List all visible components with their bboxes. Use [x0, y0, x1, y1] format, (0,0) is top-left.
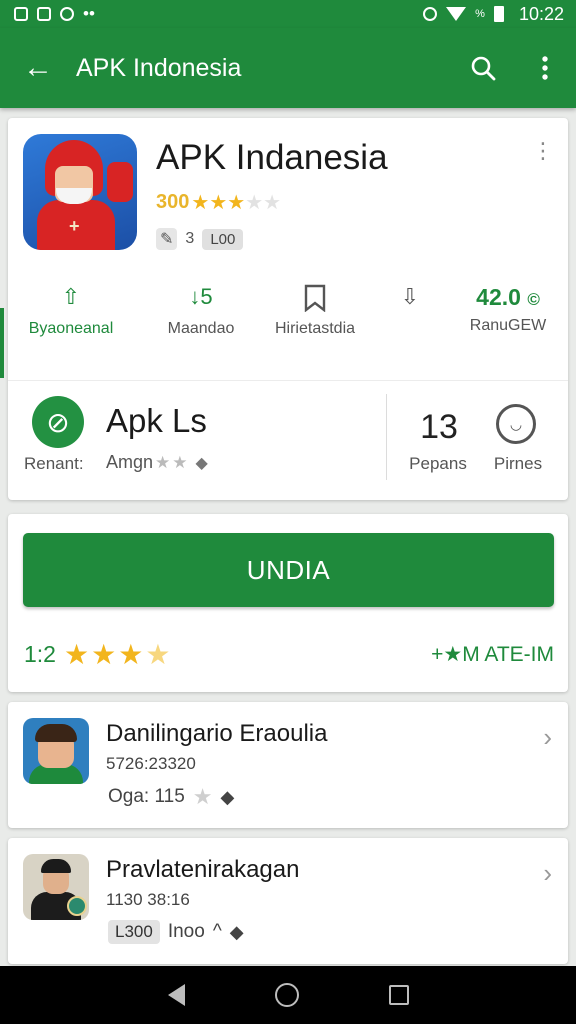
battery-icon — [493, 6, 504, 22]
stat-label: Hirietastdia — [274, 320, 356, 337]
avatar — [23, 854, 89, 920]
alarm-icon — [423, 7, 438, 21]
star-empty-icon: ★ — [263, 192, 282, 214]
tag-icon: ◆ — [195, 454, 208, 472]
status-notifications: •• — [14, 4, 95, 24]
developer-logo-icon[interactable]: ⊘ — [32, 396, 84, 448]
chat-icon[interactable]: ◡ — [496, 404, 536, 444]
arrow-left-icon[interactable]: ← — [0, 28, 76, 108]
upload-icon: ⇧ — [61, 284, 81, 309]
count-icon: ↓5 — [189, 284, 213, 309]
app-bar: ← APK Indonesia — [0, 28, 576, 108]
list-item-title: Pravlatenirakagan — [106, 856, 300, 883]
list-item[interactable]: Pravlatenirakagan 1130 38:16 L300 Inoo ^… — [8, 838, 568, 964]
list-item[interactable]: Danilingario Eraoulia 5726:23320 Oga: 11… — [8, 702, 568, 828]
developer-label: Renant: — [24, 454, 84, 473]
scroll-accent — [0, 308, 4, 378]
developer-sub: Amgn ★ ★ ◆ — [106, 452, 208, 473]
nav-home-icon[interactable] — [274, 983, 299, 1007]
more-vert-icon[interactable] — [514, 28, 576, 108]
list-item-meta-text: Oga: 115 — [108, 786, 185, 807]
app-bar-title: APK Indonesia — [76, 53, 242, 82]
star-icon: ★ — [155, 452, 171, 472]
stat-label: Byaoneanal — [28, 320, 114, 337]
notification-ring-icon — [60, 7, 74, 21]
stat-label: Maandao — [167, 320, 235, 337]
stat-count[interactable]: ↓5 Maandao — [146, 284, 256, 338]
count-label: Pepans — [409, 454, 467, 473]
stat-upload[interactable]: ⇧ Byaoneanal — [16, 284, 126, 338]
chat-label: Pirnes — [493, 454, 543, 473]
chevron-right-icon[interactable]: › — [543, 722, 552, 753]
divider — [8, 380, 568, 381]
app-meta: ✎ 3 L00 — [156, 228, 244, 250]
notification-d-icon — [14, 7, 28, 21]
content-rating-chip: L00 — [202, 228, 244, 250]
app-rating: 300 ★ ★ ★ ★ ★ — [156, 190, 281, 215]
tag-icon: ◆ — [220, 786, 235, 807]
nav-recents-icon[interactable] — [388, 985, 409, 1005]
tag-count: 3 — [185, 230, 195, 247]
developer-sub-text: Amgn — [106, 452, 154, 472]
rating-number: 300 — [156, 191, 190, 213]
star-icon: ★ — [209, 192, 228, 214]
star-icon: ★ — [63, 639, 90, 670]
star-half-icon: ★ — [145, 639, 171, 670]
nav-back-icon[interactable] — [167, 984, 185, 1006]
install-rating-number: 1:2 — [24, 641, 56, 667]
list-item-title: Danilingario Eraoulia — [106, 720, 328, 747]
stat-value: 42.0 © — [476, 284, 540, 310]
tag-icon: ◆ — [229, 921, 244, 942]
star-icon: ★ — [118, 639, 144, 670]
list-item-sub: 5726:23320 — [106, 754, 196, 773]
stat-review[interactable]: 42.0 © RanuGEW — [452, 284, 564, 335]
vertical-divider — [386, 394, 387, 480]
review-icon: © — [527, 290, 540, 309]
wifi-icon — [446, 7, 467, 21]
app-title: APK Indanesia — [156, 138, 388, 177]
avatar — [23, 718, 89, 784]
tag-icon: ✎ — [156, 228, 178, 250]
developer-name[interactable]: Apk Ls — [106, 402, 207, 440]
notification-face-icon — [37, 7, 51, 21]
clock: 10:22 — [518, 3, 564, 24]
star-icon: ★ — [91, 639, 117, 670]
system-nav-bar — [0, 966, 576, 1024]
search-icon[interactable] — [452, 28, 514, 108]
notification-dots-icon: •• — [83, 4, 95, 23]
list-item-meta: L300 Inoo ^ ◆ — [108, 920, 244, 944]
stat-bookmark[interactable]: Hirietastdia — [260, 284, 370, 338]
chevron-right-icon[interactable]: › — [543, 858, 552, 889]
list-item-sub: 1130 38:16 — [106, 890, 190, 909]
status-bar: •• % 10:22 — [0, 0, 576, 28]
install-card: UNDIA 1:2 ★ ★ ★ ★ +★M ATE-IM — [8, 514, 568, 692]
stat-download[interactable]: ⇩ — [360, 284, 460, 320]
bookmark-icon — [260, 284, 370, 314]
list-item-chip: L300 — [108, 920, 160, 944]
app-icon: + — [23, 134, 137, 250]
star-empty-icon: ★ — [245, 192, 264, 214]
list-item-meta: Oga: 115 ★ ◆ — [108, 784, 234, 810]
card-more-icon[interactable]: ⋮ — [532, 138, 554, 164]
count-number: 13 — [420, 408, 458, 446]
battery-percent: % — [475, 8, 485, 20]
stat-label: RanuGEW — [469, 317, 547, 334]
star-half-icon: ★ — [227, 192, 246, 214]
star-empty-icon: ★ — [192, 784, 213, 809]
install-button[interactable]: UNDIA — [23, 533, 554, 607]
team-link[interactable]: +★M ATE-IM — [431, 642, 554, 667]
star-icon: ★ — [191, 192, 210, 214]
app-header-card: + APK Indanesia ⋮ 300 ★ ★ ★ ★ ★ ✎ 3 L00 … — [8, 118, 568, 500]
caret-icon: ^ — [212, 921, 222, 942]
stats-row: ⇧ Byaoneanal ↓5 Maandao Hirietastdia ⇩ 4… — [8, 284, 568, 364]
status-system: % 10:22 — [423, 4, 564, 25]
list-item-meta-text: Inoo — [167, 921, 205, 942]
download-icon: ⇩ — [400, 284, 420, 309]
install-rating: 1:2 ★ ★ ★ ★ — [24, 638, 170, 671]
star-empty-icon: ★ — [172, 452, 188, 472]
